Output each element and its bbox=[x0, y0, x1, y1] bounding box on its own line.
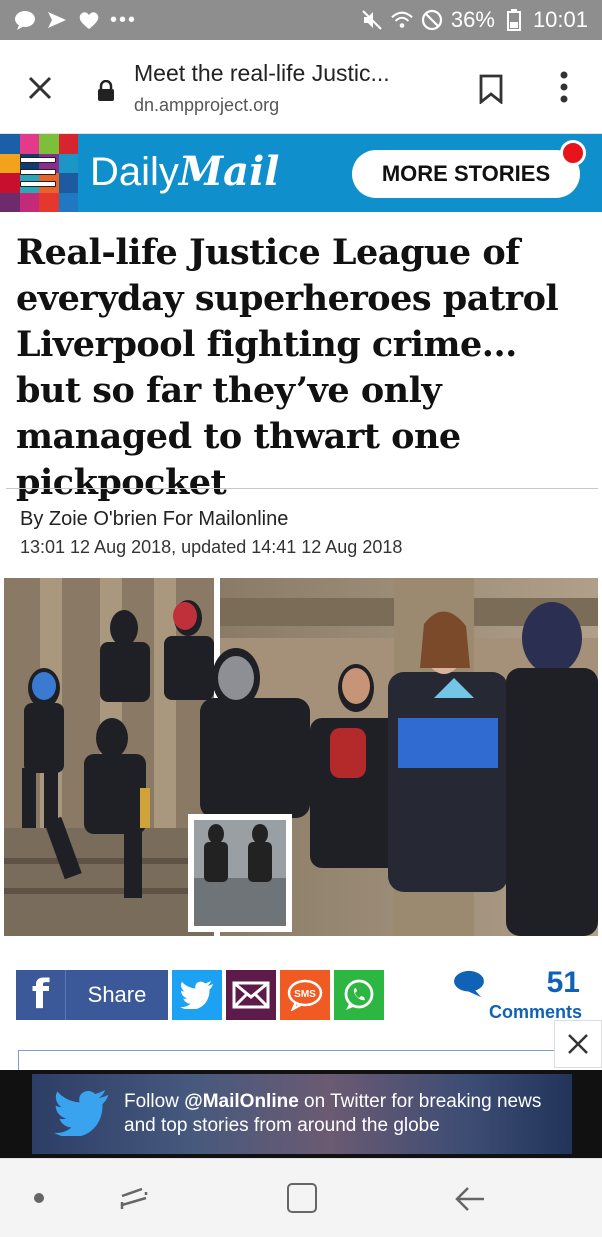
twitter-handle: @MailOnline bbox=[184, 1091, 299, 1112]
battery-percent: 36% bbox=[450, 7, 495, 32]
missed-call-icon bbox=[46, 9, 68, 31]
clock: 10:01 bbox=[532, 7, 588, 32]
daily-mail-logo[interactable]: DailyMail bbox=[90, 148, 280, 195]
twitter-follow-banner[interactable]: Follow @MailOnline on Twitter for breaki… bbox=[0, 1070, 602, 1158]
comments-link[interactable]: 51 Comments bbox=[452, 966, 582, 1026]
close-ad-icon[interactable] bbox=[554, 1020, 602, 1068]
close-icon[interactable] bbox=[24, 72, 56, 104]
sms-share-button[interactable]: SMS bbox=[280, 970, 330, 1020]
chat-bubble-icon bbox=[14, 9, 36, 31]
heart-icon bbox=[78, 9, 100, 31]
envelope-icon bbox=[232, 981, 270, 1009]
lock-icon bbox=[96, 79, 116, 102]
dateline: 13:01 12 Aug 2018, updated 14:41 12 Aug … bbox=[20, 537, 403, 557]
email-share-button[interactable] bbox=[226, 970, 276, 1020]
byline: By Zoie O'brien For Mailonline bbox=[20, 508, 289, 530]
hamburger-menu-icon[interactable] bbox=[20, 155, 56, 189]
comment-count: 51 bbox=[546, 966, 580, 999]
browser-toolbar: Meet the real-life Justic... dn.ampproje… bbox=[0, 40, 602, 134]
status-bar: ••• 36% 10:01 bbox=[0, 0, 602, 40]
assistant-dot-icon[interactable] bbox=[34, 1193, 44, 1203]
sms-bubble-icon: SMS bbox=[287, 979, 323, 1011]
facebook-share-label: Share bbox=[87, 982, 147, 1007]
more-dots-icon: ••• bbox=[110, 8, 138, 31]
twitter-icon bbox=[180, 981, 213, 1009]
divider bbox=[6, 488, 598, 489]
recent-apps-icon[interactable] bbox=[118, 1183, 150, 1215]
system-nav-bar bbox=[0, 1158, 602, 1237]
whatsapp-share-button[interactable] bbox=[334, 970, 384, 1020]
article-photo[interactable] bbox=[4, 578, 598, 936]
wifi-icon bbox=[391, 9, 413, 31]
notification-dot bbox=[560, 140, 586, 166]
mute-icon bbox=[361, 9, 383, 31]
banner-text: Follow @MailOnline on Twitter for breaki… bbox=[124, 1091, 542, 1136]
back-arrow-icon[interactable] bbox=[454, 1183, 486, 1215]
battery-icon bbox=[503, 9, 525, 31]
sms-label: SMS bbox=[294, 989, 316, 1000]
twitter-share-button[interactable] bbox=[172, 970, 222, 1020]
facebook-icon: f bbox=[16, 970, 66, 1020]
page-url[interactable]: dn.ampproject.org bbox=[134, 95, 279, 116]
dnd-icon bbox=[421, 9, 443, 31]
comment-bubble-icon bbox=[454, 970, 484, 998]
home-button[interactable] bbox=[287, 1183, 317, 1213]
screen: ••• 36% 10:01 Meet the real-life Justic.… bbox=[0, 0, 602, 1237]
twitter-bird-icon bbox=[54, 1090, 109, 1136]
facebook-share-button[interactable]: f Share bbox=[16, 970, 168, 1020]
page-title[interactable]: Meet the real-life Justic... bbox=[134, 60, 390, 87]
overflow-menu-icon[interactable] bbox=[552, 70, 576, 104]
more-stories-button[interactable]: MORE STORIES bbox=[352, 150, 580, 198]
article-headline: Real-life Justice League of everyday sup… bbox=[16, 232, 559, 503]
bookmark-icon[interactable] bbox=[478, 74, 504, 105]
whatsapp-icon bbox=[344, 979, 374, 1010]
site-header: DailyMail MORE STORIES bbox=[0, 134, 602, 212]
